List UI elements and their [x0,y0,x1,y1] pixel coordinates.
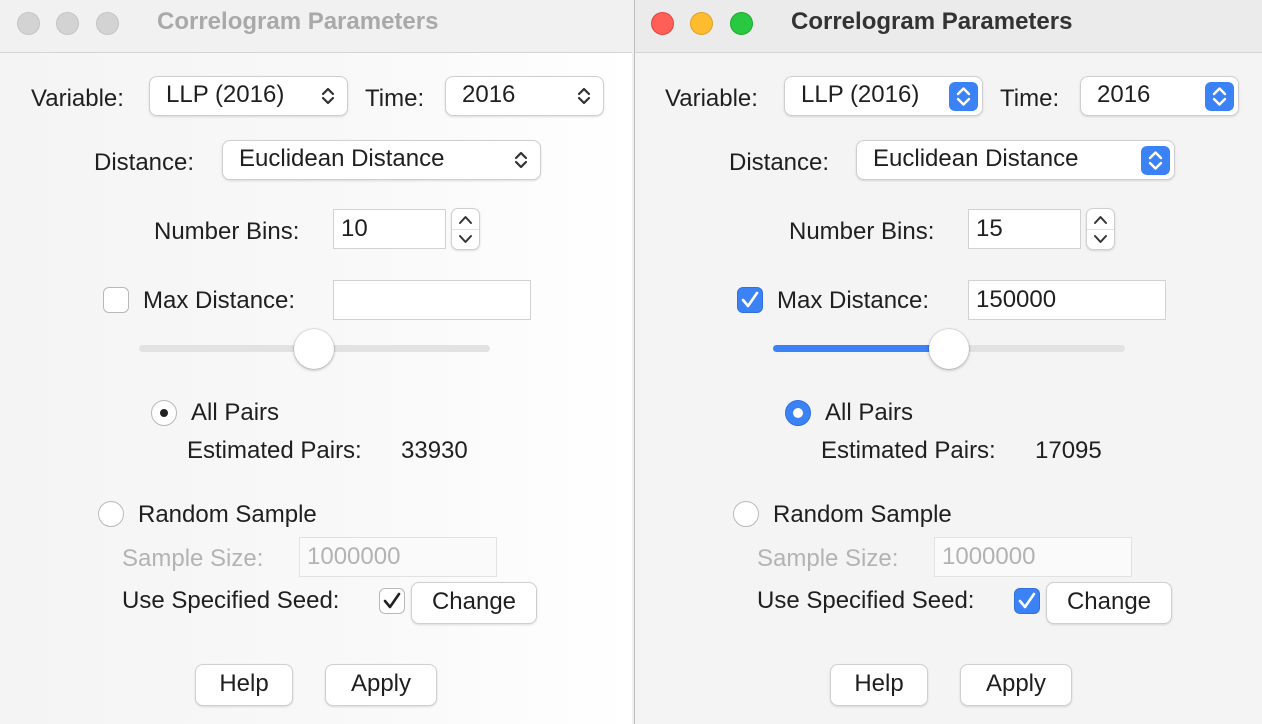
select-stepper-box [1141,146,1170,175]
chevron-updown-icon [956,87,971,106]
window-title: Correlogram Parameters [157,8,439,35]
max-distance-checkbox[interactable] [103,287,129,313]
variable-select-value: LLP (2016) [801,81,920,108]
dialog-content: Variable: LLP (2016) Time: 2016 Distance… [0,53,632,724]
max-distance-slider-knob[interactable] [929,329,969,369]
time-label: Time: [1000,85,1060,112]
chevron-updown-icon [1212,87,1227,106]
all-pairs-label: All Pairs [825,399,914,426]
max-distance-input[interactable]: 150000 [968,280,1166,320]
all-pairs-radio[interactable] [151,400,177,426]
stepper-up-button[interactable] [452,209,479,230]
number-bins-label: Number Bins: [789,218,935,245]
apply-button[interactable]: Apply [325,664,437,706]
checkmark-icon [1018,592,1036,609]
distance-select-value: Euclidean Distance [873,145,1079,172]
select-stepper-box [949,82,978,111]
estimated-pairs-value: 17095 [1035,437,1102,464]
title-bar[interactable]: Correlogram Parameters [0,0,632,53]
max-distance-value: 150000 [976,286,1057,313]
number-bins-label: Number Bins: [154,218,300,245]
apply-button[interactable]: Apply [960,664,1072,706]
sample-size-input[interactable]: 1000000 [299,537,497,577]
correlogram-window-inactive: Correlogram Parameters Variable: LLP (20… [0,0,632,724]
chevron-up-icon [1094,216,1107,224]
minimize-button[interactable] [56,12,79,35]
distance-select[interactable]: Euclidean Distance [222,140,541,180]
chevron-down-icon [1094,235,1107,243]
estimated-pairs-label: Estimated Pairs: [187,437,362,464]
chevron-up-icon [459,216,472,224]
all-pairs-radio[interactable] [785,400,811,426]
number-bins-input[interactable]: 10 [333,209,446,249]
random-sample-label: Random Sample [138,501,317,528]
window-title: Correlogram Parameters [791,8,1073,35]
zoom-button[interactable] [730,12,753,35]
distance-select[interactable]: Euclidean Distance [856,140,1175,180]
all-pairs-label: All Pairs [191,399,280,426]
max-distance-label: Max Distance: [143,287,296,314]
dialog-content: Variable: LLP (2016) Time: 2016 Distance… [635,53,1262,724]
help-button[interactable]: Help [195,664,293,706]
time-select-value: 2016 [462,81,516,108]
variable-select[interactable]: LLP (2016) [784,76,983,116]
chevron-updown-icon [577,87,591,105]
sample-size-value: 1000000 [307,543,401,570]
correlogram-window-active: Correlogram Parameters Variable: LLP (20… [634,0,1262,724]
random-sample-radio[interactable] [733,501,759,527]
variable-label: Variable: [665,85,758,112]
stepper-down-button[interactable] [452,229,479,249]
chevron-updown-icon [514,151,528,169]
seed-checkbox[interactable] [1014,588,1040,614]
estimated-pairs-label: Estimated Pairs: [821,437,996,464]
max-distance-input[interactable] [333,280,531,320]
max-distance-slider-fill [773,345,949,352]
change-seed-button[interactable]: Change [1046,582,1172,624]
change-seed-button[interactable]: Change [411,582,537,624]
time-select[interactable]: 2016 [445,76,604,116]
time-label: Time: [365,85,425,112]
variable-label: Variable: [31,85,124,112]
seed-label: Use Specified Seed: [757,587,975,614]
checkmark-icon [741,291,759,308]
help-button[interactable]: Help [830,664,928,706]
variable-select[interactable]: LLP (2016) [149,76,348,116]
select-stepper-box [1205,82,1234,111]
estimated-pairs-value: 33930 [401,437,468,464]
time-select-value: 2016 [1097,81,1151,108]
seed-checkbox[interactable] [379,588,405,614]
random-sample-label: Random Sample [773,501,952,528]
close-button[interactable] [17,12,40,35]
max-distance-slider-knob[interactable] [294,329,334,369]
stepper-down-button[interactable] [1087,229,1114,249]
number-bins-value: 15 [976,215,1003,242]
number-bins-stepper[interactable] [451,208,480,250]
sample-size-value: 1000000 [942,543,1036,570]
close-button[interactable] [651,12,674,35]
seed-label: Use Specified Seed: [122,587,340,614]
distance-select-value: Euclidean Distance [239,145,445,172]
title-bar[interactable]: Correlogram Parameters [635,0,1262,53]
number-bins-input[interactable]: 15 [968,209,1081,249]
max-distance-checkbox[interactable] [737,287,763,313]
distance-label: Distance: [729,149,830,176]
zoom-button[interactable] [96,12,119,35]
chevron-down-icon [459,235,472,243]
stepper-up-button[interactable] [1087,209,1114,230]
number-bins-stepper[interactable] [1086,208,1115,250]
variable-select-value: LLP (2016) [166,81,285,108]
checkmark-icon [383,592,401,609]
time-select[interactable]: 2016 [1080,76,1239,116]
sample-size-input[interactable]: 1000000 [934,537,1132,577]
random-sample-radio[interactable] [98,501,124,527]
distance-label: Distance: [94,149,195,176]
number-bins-value: 10 [341,215,368,242]
minimize-button[interactable] [690,12,713,35]
chevron-updown-icon [1148,151,1163,170]
sample-size-label: Sample Size: [122,545,264,572]
chevron-updown-icon [321,87,335,105]
sample-size-label: Sample Size: [757,545,899,572]
max-distance-label: Max Distance: [777,287,930,314]
